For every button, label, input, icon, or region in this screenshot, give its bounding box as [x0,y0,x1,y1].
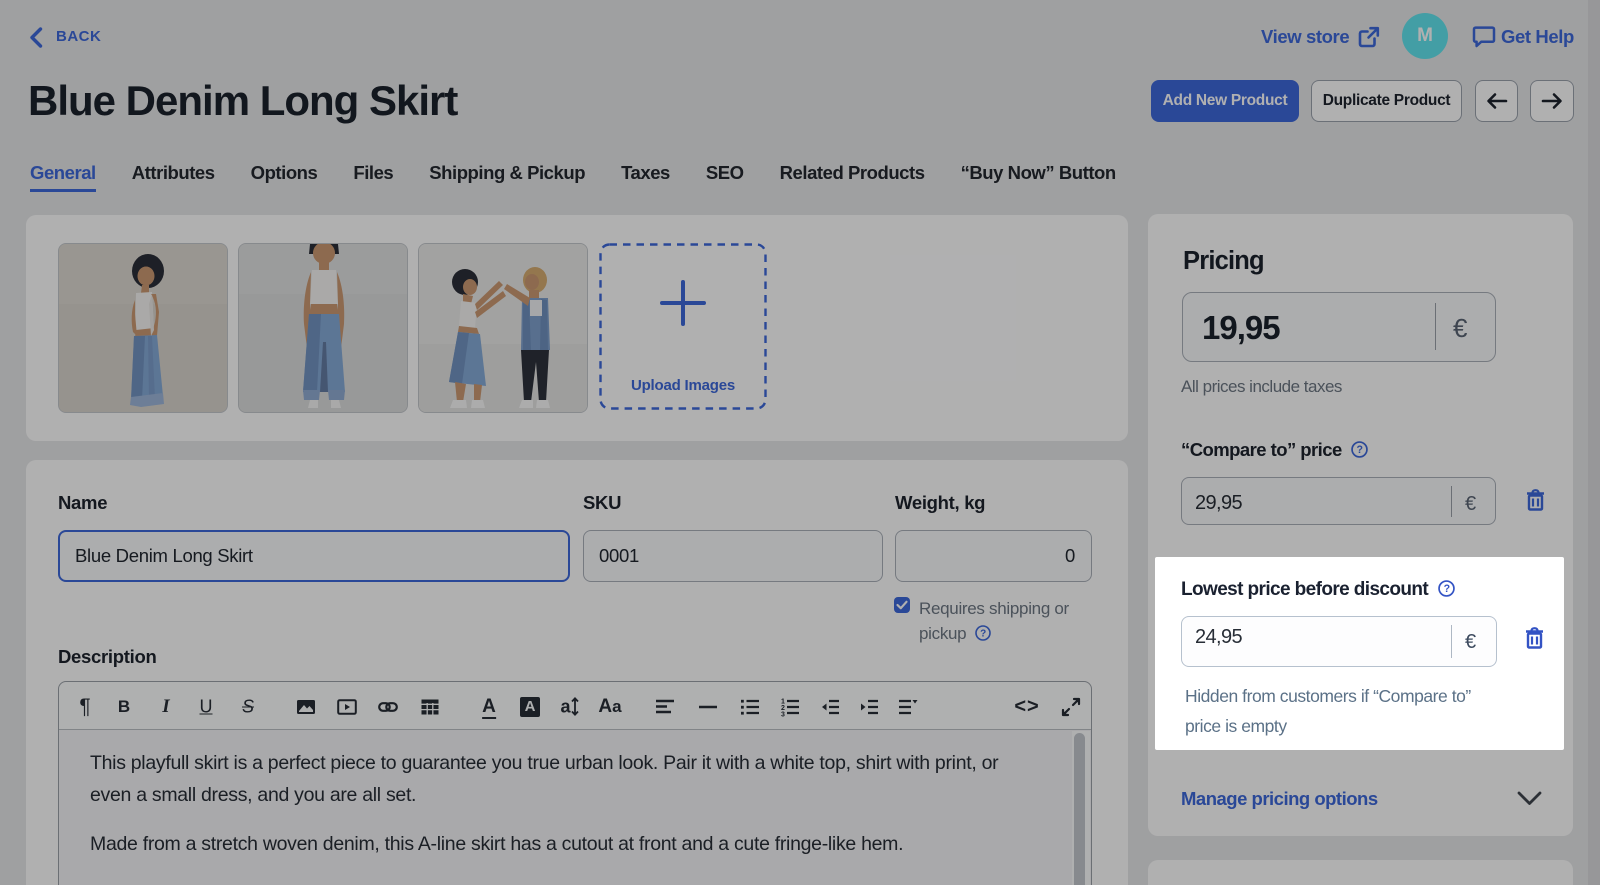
svg-text:?: ? [1443,583,1449,595]
